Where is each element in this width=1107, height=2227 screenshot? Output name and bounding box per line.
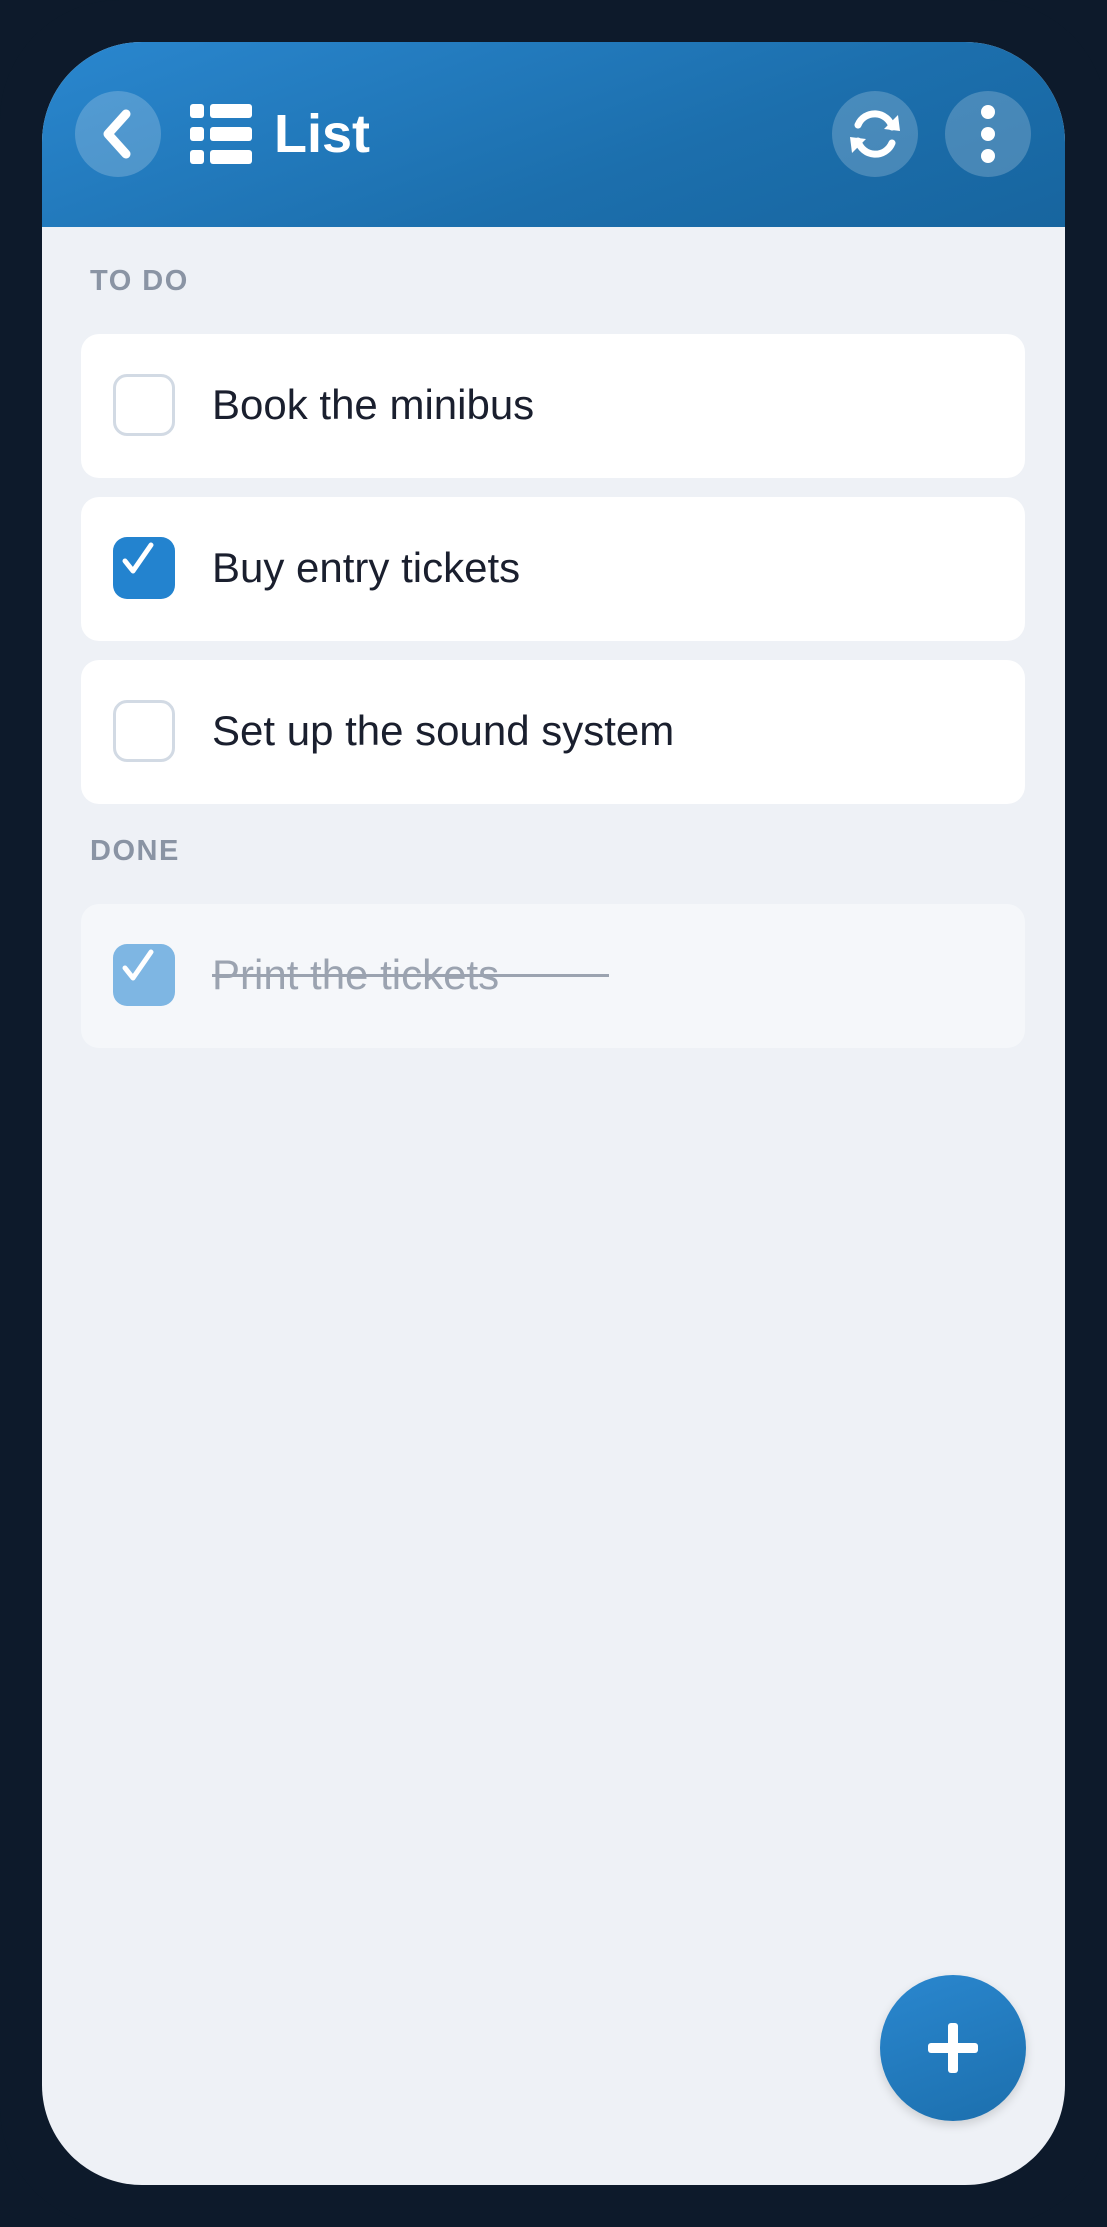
checkmark-icon — [122, 542, 154, 574]
add-task-button[interactable] — [880, 1975, 1026, 2121]
list-item[interactable]: Print the tickets — [81, 904, 1025, 1048]
checkmark-icon — [122, 949, 154, 981]
list-icon — [190, 104, 252, 164]
chevron-left-icon — [103, 109, 131, 159]
todo-section-label: TO DO — [90, 265, 189, 297]
app-header: List — [42, 42, 1065, 227]
sync-button[interactable] — [832, 91, 918, 177]
more-options-button[interactable] — [945, 91, 1031, 177]
list-item[interactable]: Book the minibus — [81, 334, 1025, 478]
list-item[interactable]: Set up the sound system — [81, 660, 1025, 804]
plus-icon — [928, 2023, 978, 2073]
task-checkbox[interactable] — [113, 537, 175, 599]
strikethrough-line — [212, 974, 609, 977]
back-button[interactable] — [75, 91, 161, 177]
task-checkbox[interactable] — [113, 700, 175, 762]
task-checkbox[interactable] — [113, 374, 175, 436]
task-label: Set up the sound system — [212, 707, 675, 754]
page-title: List — [274, 104, 371, 164]
done-section-label: DONE — [90, 835, 180, 867]
app-screen: List TO DO Book the minibus Buy entry ti… — [42, 42, 1065, 2185]
sync-icon — [850, 110, 900, 158]
device-frame: List TO DO Book the minibus Buy entry ti… — [0, 0, 1107, 2227]
more-vertical-icon — [981, 105, 995, 163]
list-item[interactable]: Buy entry tickets — [81, 497, 1025, 641]
task-label: Buy entry tickets — [212, 544, 521, 591]
task-label: Book the minibus — [212, 381, 535, 428]
task-checkbox[interactable] — [113, 944, 175, 1006]
